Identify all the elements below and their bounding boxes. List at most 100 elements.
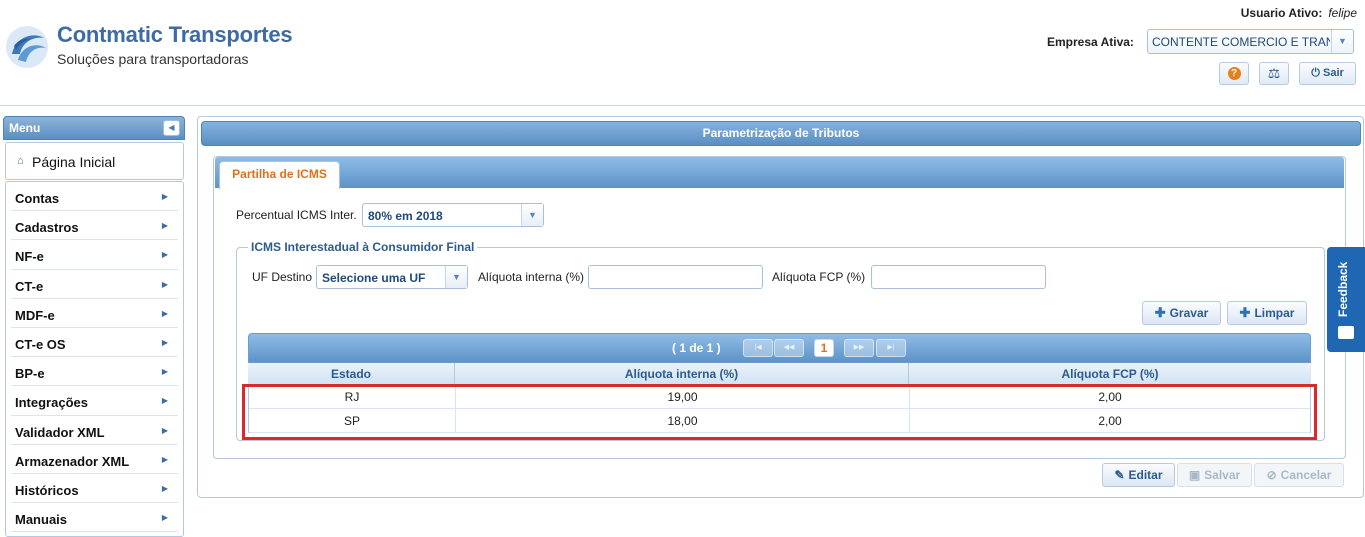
chevron-right-icon: ▶: [161, 513, 168, 523]
sidebar-item-manuais[interactable]: Manuais ▶: [11, 503, 178, 533]
home-icon: ⌂: [17, 155, 24, 167]
active-user-label: Usuario Ativo:: [1240, 6, 1323, 20]
sidebar-item-cte-os[interactable]: CT-e OS ▶: [11, 328, 178, 358]
gravar-button[interactable]: ✚ Gravar: [1142, 301, 1221, 325]
chevron-right-icon: ▶: [161, 250, 168, 260]
active-user-value: felipe: [1328, 6, 1357, 20]
aliquota-fcp-input[interactable]: [871, 265, 1046, 289]
power-icon: ⏻: [1311, 67, 1320, 79]
sidebar-item-label: NF-e: [15, 249, 44, 265]
uf-destino-label: UF Destino: [252, 270, 313, 284]
sidebar-item-label: CT-e: [15, 278, 44, 294]
column-header-aliquota-interna[interactable]: Alíquota interna (%): [455, 363, 909, 385]
cancel-icon: ⊘: [1266, 468, 1277, 482]
brand-subtitle: Soluções para transportadoras: [57, 51, 249, 67]
next-page-button[interactable]: ▶▶: [844, 339, 874, 357]
disk-icon: ▣: [1188, 468, 1201, 482]
column-header-aliquota-fcp[interactable]: Alíquota FCP (%): [909, 363, 1311, 385]
editar-label: Editar: [1128, 468, 1163, 482]
logo-icon: [6, 26, 48, 68]
logout-label: Sair: [1322, 67, 1344, 79]
tab-bar: [215, 157, 1344, 188]
help-icon: ?: [1227, 66, 1241, 80]
sidebar-item-label: MDF-e: [15, 307, 55, 323]
highlight-box: [242, 384, 1317, 440]
percentual-label: Percentual ICMS Inter.: [236, 208, 357, 222]
chevron-right-icon: ▶: [161, 425, 168, 435]
sidebar-menu: Contas ▶ Cadastros ▶ NF-e ▶ CT-e ▶ MDF-e ▶ CT…: [5, 181, 184, 537]
brand-title: Contmatic Transportes: [57, 22, 293, 47]
feedback-tab[interactable]: Feedback: [1327, 247, 1365, 352]
chevron-right-icon: ▶: [161, 221, 168, 231]
pager-status: ( 1 de 1 ): [672, 341, 721, 355]
chevron-right-icon: ▶: [161, 337, 168, 347]
chevron-down-icon: ▼: [521, 204, 543, 226]
aliquota-interna-input[interactable]: [588, 265, 763, 289]
active-user: Usuario Ativo: felipe: [1241, 6, 1357, 20]
sidebar-item-validador-xml[interactable]: Validador XML ▶: [11, 416, 178, 445]
feedback-label: Feedback: [1336, 261, 1350, 317]
column-header-estado[interactable]: Estado: [248, 363, 455, 385]
collapse-icon[interactable]: ◀: [163, 120, 180, 136]
salvar-button[interactable]: ▣ Salvar: [1177, 463, 1252, 487]
last-page-button[interactable]: ▶|: [876, 339, 906, 357]
sidebar-item-armazenador-xml[interactable]: Armazenador XML ▶: [11, 445, 178, 474]
sidebar-item-contas[interactable]: Contas ▶: [11, 182, 178, 212]
menu-title: Menu: [9, 121, 41, 135]
chevron-right-icon: ▶: [161, 454, 168, 464]
chevron-right-icon: ▶: [161, 308, 168, 318]
gravar-label: Gravar: [1169, 306, 1209, 320]
chevron-right-icon: ▶: [161, 396, 168, 406]
legislation-button[interactable]: ⚖: [1259, 62, 1289, 85]
page-number-button[interactable]: 1: [814, 339, 834, 357]
tab-partilha-icms[interactable]: Partilha de ICMS: [219, 161, 340, 189]
empresa-select[interactable]: CONTENTE COMERCIO E TRANSPORTES ▼: [1147, 29, 1354, 54]
sidebar-item-label: BP-e: [15, 366, 45, 382]
help-button[interactable]: ?: [1219, 62, 1249, 85]
panel-title: Parametrização de Tributos: [201, 121, 1361, 146]
salvar-label: Salvar: [1204, 468, 1241, 482]
plus-icon: ✚: [1239, 305, 1251, 320]
logout-button[interactable]: ⏻ Sair: [1299, 62, 1356, 85]
prev-page-button[interactable]: ◀◀: [774, 339, 804, 357]
sidebar-item-label: CT-e OS: [15, 336, 66, 352]
chevron-right-icon: ▶: [161, 367, 168, 377]
empresa-label: Empresa Ativa:: [1047, 35, 1134, 49]
aliquota-interna-label: Alíquota interna (%): [478, 270, 585, 284]
sidebar-item-label: Históricos: [15, 482, 79, 498]
app-header: Contmatic Transportes Soluções para tran…: [0, 0, 1365, 106]
sidebar-item-nfe[interactable]: NF-e ▶: [11, 240, 178, 270]
limpar-label: Limpar: [1254, 306, 1295, 320]
sidebar-item-historicos[interactable]: Históricos ▶: [11, 474, 178, 504]
sidebar-home-label: Página Inicial: [32, 154, 116, 170]
chevron-down-icon: ▼: [1331, 30, 1353, 53]
sidebar-item-mdfe[interactable]: MDF-e ▶: [11, 299, 178, 328]
editar-button[interactable]: ✎ Editar: [1102, 463, 1175, 487]
uf-destino-value: Selecione uma UF: [322, 271, 426, 285]
fieldset-legend: ICMS Interestadual à Consumidor Final: [248, 240, 478, 254]
first-page-button[interactable]: |◀: [743, 339, 773, 357]
sidebar-item-label: Contas: [15, 191, 60, 206]
sidebar-item-bpe[interactable]: BP-e ▶: [11, 357, 178, 387]
plus-icon: ✚: [1154, 305, 1166, 320]
sidebar-item-label: Cadastros: [15, 220, 79, 236]
percentual-select-value: 80% em 2018: [368, 209, 443, 223]
cancelar-button[interactable]: ⊘ Cancelar: [1254, 463, 1344, 487]
sidebar-item-label: Manuais: [15, 512, 68, 528]
aliquota-fcp-label: Alíquota FCP (%): [772, 270, 866, 284]
chevron-right-icon: ▶: [161, 279, 168, 289]
cancelar-label: Cancelar: [1280, 468, 1332, 482]
sidebar-item-label: Integrações: [15, 395, 88, 411]
limpar-button[interactable]: ✚ Limpar: [1227, 301, 1307, 325]
uf-destino-select[interactable]: Selecione uma UF ▼: [316, 265, 468, 289]
sidebar-item-cte[interactable]: CT-e ▶: [11, 270, 178, 299]
percentual-select[interactable]: 80% em 2018 ▼: [362, 203, 544, 227]
sidebar-item-home[interactable]: ⌂ Página Inicial: [5, 142, 184, 180]
smiley-icon: [1338, 326, 1354, 339]
sidebar-item-cadastros[interactable]: Cadastros ▶: [11, 211, 178, 241]
sidebar-item-integracoes[interactable]: Integrações ▶: [11, 386, 178, 416]
scale-icon: ⚖: [1267, 65, 1281, 81]
menu-header: Menu ◀: [3, 116, 185, 140]
chevron-right-icon: ▶: [161, 483, 168, 493]
sidebar-item-label: Validador XML: [15, 424, 105, 440]
